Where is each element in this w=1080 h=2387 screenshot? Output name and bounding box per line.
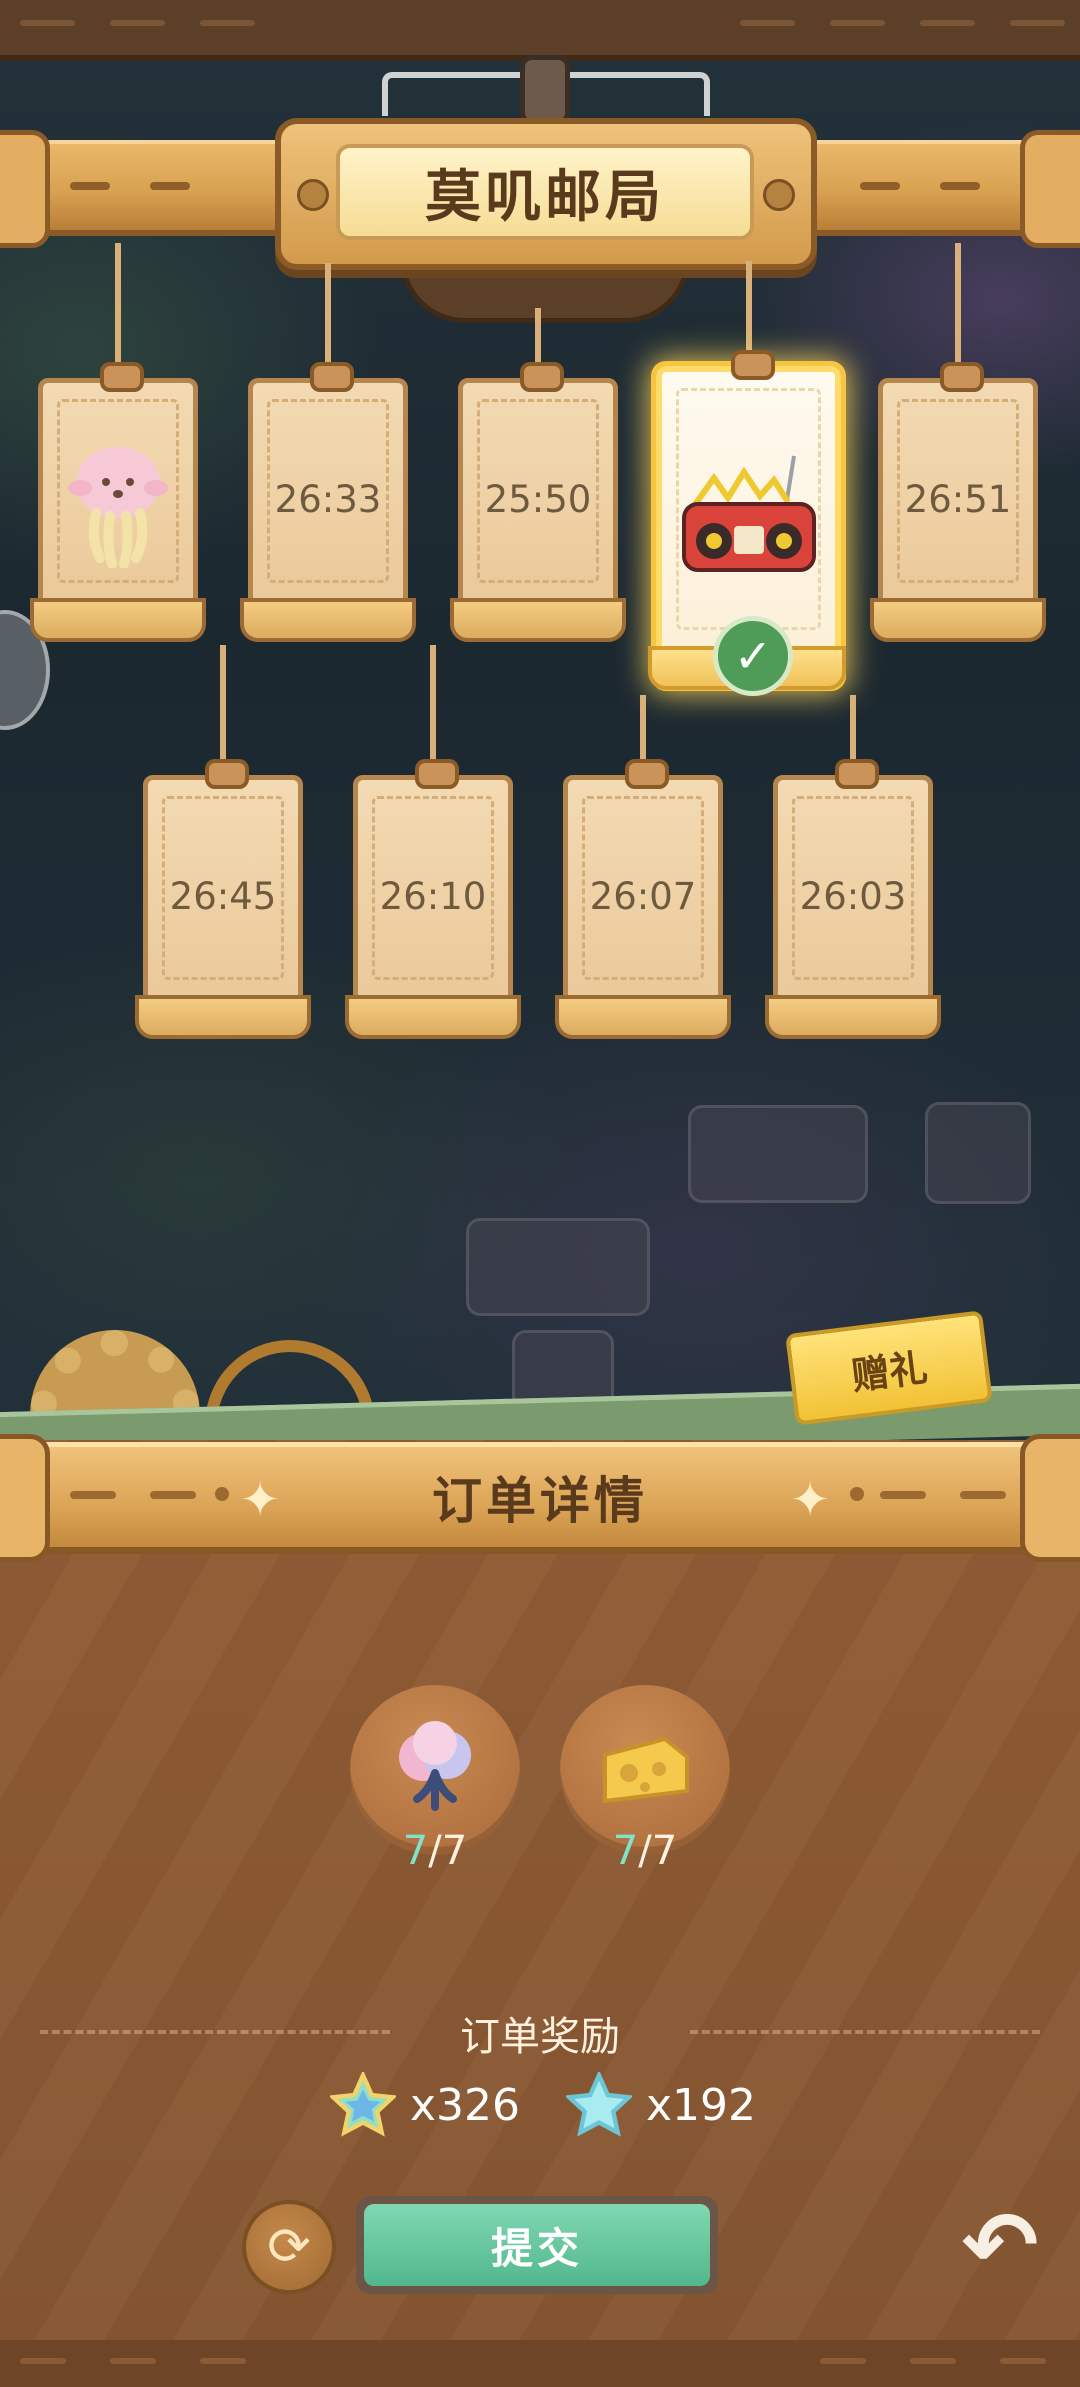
completed-check-icon: ✓ — [713, 616, 793, 696]
rainbow-star-icon — [330, 2072, 396, 2137]
count-have: 7 — [612, 1828, 639, 1874]
bottom-strip — [0, 2340, 1080, 2387]
required-item-1-count: 7/7 — [350, 1828, 520, 1874]
order-tag-6[interactable]: 26:45 — [135, 645, 311, 1039]
rail-cap — [1020, 130, 1080, 248]
blue-star-icon — [566, 2072, 632, 2137]
details-header: ✦ 订单详情 ✦ — [0, 1442, 1080, 1554]
top-bar — [0, 0, 1080, 61]
scene-tile — [925, 1102, 1031, 1204]
rail-cap — [1020, 1434, 1080, 1562]
sparkle-icon: ✦ — [790, 1472, 831, 1528]
back-button[interactable]: ↶ — [950, 2192, 1050, 2299]
order-tag-4-selected[interactable]: ✓ — [648, 261, 846, 696]
screw-icon — [297, 179, 329, 211]
reward-item-2: x192 — [566, 2070, 756, 2140]
jellyfish-icon — [68, 447, 168, 568]
reward-amount: x326 — [410, 2079, 521, 2131]
order-timer: 26:03 — [799, 875, 907, 918]
submit-label: 提交 — [364, 2204, 710, 2286]
cheese-icon — [603, 1736, 689, 1804]
page-title: 莫叽邮局 — [336, 144, 754, 240]
refresh-button[interactable]: ⟳ — [242, 2200, 336, 2294]
scene-tile — [688, 1105, 868, 1203]
order-timer: 26:10 — [379, 875, 487, 918]
required-item-2-count: 7/7 — [560, 1828, 730, 1874]
order-timer: 26:33 — [274, 478, 382, 521]
count-have: 7 — [402, 1828, 429, 1874]
order-tag-1[interactable] — [30, 243, 206, 642]
refresh-icon: ⟳ — [267, 2217, 311, 2277]
rail-cap — [0, 130, 50, 248]
order-tag-2[interactable]: 26:33 — [240, 263, 416, 642]
divider — [40, 2030, 390, 2034]
rail-cap — [0, 1434, 50, 1562]
order-timer: 26:07 — [589, 875, 697, 918]
order-tag-7[interactable]: 26:10 — [345, 645, 521, 1039]
order-tag-8[interactable]: 26:07 — [555, 695, 731, 1039]
order-timer: 25:50 — [484, 478, 592, 521]
order-tag-3[interactable]: 25:50 — [450, 308, 626, 642]
order-timer: 26:45 — [169, 875, 277, 918]
sparkle-icon: ✦ — [240, 1472, 281, 1528]
rewards-title: 订单奖励 — [460, 2014, 620, 2060]
cotton-flower-icon — [399, 1721, 471, 1811]
count-need: /7 — [638, 1828, 678, 1874]
details-title: 订单详情 — [432, 1472, 648, 1530]
order-timer: 26:51 — [904, 478, 1012, 521]
radio-icon — [682, 455, 816, 572]
submit-button[interactable]: 提交 — [356, 2196, 718, 2294]
order-tag-5[interactable]: 26:51 — [870, 243, 1046, 642]
count-need: /7 — [428, 1828, 468, 1874]
sign-clasp — [520, 55, 570, 125]
screw-icon — [763, 179, 795, 211]
title-plate: 莫叽邮局 — [275, 118, 817, 270]
reward-item-1: x326 — [330, 2070, 520, 2140]
order-tag-9[interactable]: 26:03 — [765, 695, 941, 1039]
back-arrow-icon: ↶ — [961, 2191, 1039, 2299]
scene-tile — [466, 1218, 650, 1316]
reward-amount: x192 — [646, 2079, 757, 2131]
divider — [690, 2030, 1040, 2034]
